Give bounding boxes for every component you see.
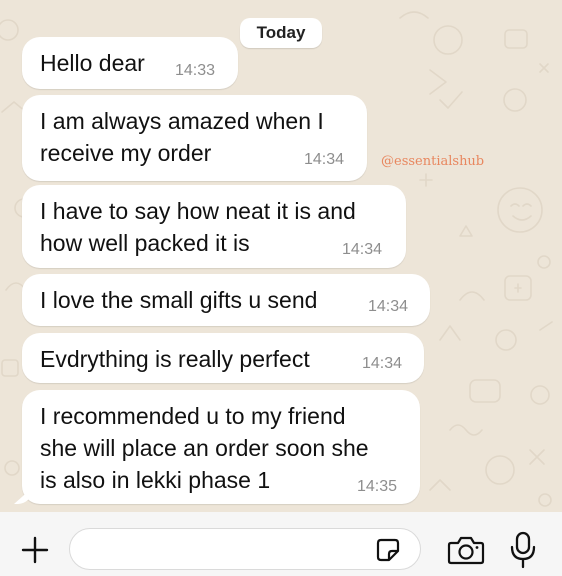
plus-icon[interactable] — [21, 536, 49, 564]
day-divider: Today — [240, 18, 322, 48]
watermark-text: @essentialshub — [381, 154, 485, 169]
message-time: 14:34 — [362, 355, 403, 372]
message-bubble[interactable]: I recommended u to my friend she will pl… — [22, 390, 420, 504]
sticker-icon[interactable] — [376, 538, 400, 562]
message-time: 14:35 — [357, 478, 398, 495]
message-text: I am always amazed when I receive my ord… — [40, 108, 324, 166]
camera-icon[interactable] — [447, 535, 485, 565]
message-bubble[interactable]: I have to say how neat it is and how wel… — [22, 185, 406, 268]
message-text: I love the small gifts u send — [40, 287, 318, 313]
message-bubble[interactable]: I am always amazed when I receive my ord… — [22, 95, 367, 181]
message-input-box[interactable] — [69, 528, 421, 570]
message-text: Evdrything is really perfect — [40, 346, 310, 372]
message-time: 14:33 — [175, 62, 216, 79]
message-text: Hello dear — [40, 50, 145, 76]
message-text: I have to say how neat it is and how wel… — [40, 198, 356, 256]
message-input[interactable] — [84, 537, 368, 563]
message-time: 14:34 — [342, 241, 383, 258]
message-bubble[interactable]: Evdrything is really perfect 14:34 — [22, 333, 424, 383]
message-bubble[interactable]: Hello dear 14:33 — [22, 37, 238, 89]
microphone-icon[interactable] — [510, 531, 536, 569]
message-time: 14:34 — [368, 298, 409, 315]
message-time: 14:34 — [304, 151, 345, 168]
message-bubble[interactable]: I love the small gifts u send 14:34 — [22, 274, 430, 326]
message-text: I recommended u to my friend she will pl… — [40, 403, 369, 493]
